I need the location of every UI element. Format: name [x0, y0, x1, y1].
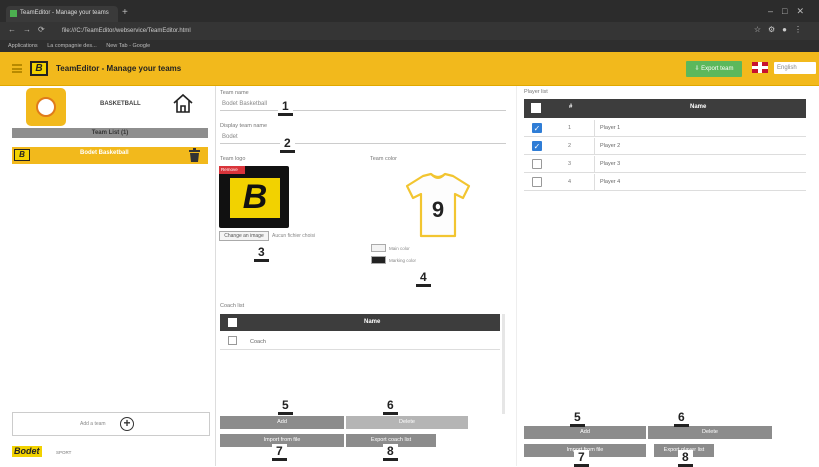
main-color-swatch[interactable]: [371, 244, 386, 252]
add-coach-button[interactable]: Add: [220, 416, 344, 429]
coach-list-scrollbar[interactable]: [502, 314, 505, 414]
add-player-button[interactable]: Add: [524, 426, 646, 439]
display-name-label: Display team name: [220, 123, 268, 129]
extension-icons[interactable]: ☆⚙●⋮: [754, 25, 809, 34]
no-file-label: Aucun fichier choisi: [272, 233, 316, 239]
display-name-input[interactable]: Bodet: [220, 131, 506, 144]
player-number: 4: [568, 179, 572, 185]
coach-name: Coach: [250, 339, 266, 345]
window-controls[interactable]: –□✕: [768, 6, 813, 17]
team-logo-icon: B: [14, 149, 30, 161]
select-all-coaches-checkbox[interactable]: [228, 318, 237, 327]
select-all-players-checkbox[interactable]: [531, 103, 541, 113]
player-row-checkbox[interactable]: [532, 159, 542, 169]
team-logo-image: B: [227, 175, 283, 221]
language-select[interactable]: English: [774, 62, 816, 74]
callout-4: 4: [416, 270, 431, 287]
callout-5: 5: [570, 410, 585, 427]
coach-row-checkbox[interactable]: [228, 336, 237, 345]
callout-7: 7: [272, 444, 287, 461]
column-divider: [594, 174, 595, 191]
callout-6: 6: [383, 398, 398, 415]
team-name-input[interactable]: Bodet Basketball: [220, 98, 506, 111]
bodet-logo-icon: B: [30, 61, 48, 76]
team-list-item-name: Bodet Basketball: [80, 150, 129, 156]
player-list-label: Player list: [524, 89, 548, 95]
marking-color-label: Marking color: [389, 258, 417, 263]
app-title: TeamEditor - Manage your teams: [56, 64, 182, 73]
callout-8: 8: [678, 450, 693, 467]
player-name: Player 1: [600, 125, 621, 131]
main-color-label: Main color: [389, 246, 410, 251]
player-name: Player 3: [600, 161, 621, 167]
player-row[interactable]: 3 Player 3: [524, 156, 806, 173]
player-row-checkbox[interactable]: [532, 177, 542, 187]
callout-1: 1: [278, 99, 293, 116]
team-list-header: Team List (1): [12, 128, 208, 138]
callout-8: 8: [383, 444, 398, 461]
column-divider: [594, 138, 595, 155]
team-name-label: Team name: [220, 90, 249, 96]
menu-icon[interactable]: [12, 64, 22, 73]
favicon-icon: [10, 10, 17, 17]
player-row-checkbox[interactable]: ✓: [532, 123, 542, 133]
trash-icon[interactable]: [188, 148, 201, 162]
sidebar: [0, 86, 216, 466]
uk-flag-icon: [752, 62, 768, 73]
navigation-buttons-icon[interactable]: ←→⟳: [8, 25, 52, 34]
url-field[interactable]: file:///C:/TeamEditor/webservice/TeamEdi…: [62, 26, 682, 37]
team-logo-label: Team logo: [220, 156, 246, 162]
callout-3: 3: [254, 245, 269, 262]
panel-divider: [516, 86, 517, 466]
column-divider: [594, 120, 595, 137]
new-tab-icon[interactable]: +: [122, 7, 128, 18]
coach-name-column: Name: [364, 319, 381, 325]
delete-coach-button[interactable]: Delete: [346, 416, 468, 429]
coach-table-header: [220, 314, 500, 331]
add-team-button[interactable]: [12, 412, 210, 436]
delete-player-button[interactable]: Delete: [648, 426, 772, 439]
bookmarks-bar: Applications La compagnie des... New Tab…: [0, 40, 819, 52]
jersey-number: 9: [432, 197, 444, 222]
export-team-label: Export team: [701, 66, 734, 72]
callout-2: 2: [280, 136, 295, 153]
player-number: 1: [568, 125, 572, 131]
bodet-brand-sub: SPORT: [56, 450, 72, 455]
player-number: 3: [568, 161, 572, 167]
player-name-column: Name: [690, 104, 707, 110]
player-row-checkbox[interactable]: ✓: [532, 141, 542, 151]
sport-name: BASKETBALL: [100, 101, 141, 107]
callout-6: 6: [674, 410, 689, 427]
browser-tab-title: TeamEditor - Manage your teams: [20, 10, 109, 16]
player-number: 2: [568, 143, 572, 149]
bookmark-item[interactable]: La compagnie des...: [47, 43, 97, 49]
coach-list-label: Coach list: [220, 303, 245, 309]
player-row[interactable]: ✓ 2 Player 2: [524, 138, 806, 155]
jersey-icon: 9: [405, 172, 471, 238]
player-name: Player 4: [600, 179, 621, 185]
add-team-label: Add a team: [80, 421, 106, 427]
marking-color-swatch[interactable]: [371, 256, 386, 264]
player-row[interactable]: ✓ 1 Player 1: [524, 120, 806, 137]
column-divider: [594, 156, 595, 173]
callout-5: 5: [278, 398, 293, 415]
player-table-header: [524, 99, 806, 118]
bodet-brand-logo: Bodet: [12, 446, 42, 457]
remove-logo-badge[interactable]: Remove: [219, 166, 245, 174]
callout-7: 7: [574, 450, 589, 467]
team-color-label: Team color: [370, 156, 397, 162]
export-team-button[interactable]: ⇩ Export team: [686, 61, 742, 77]
bookmark-item[interactable]: New Tab - Google: [106, 43, 150, 49]
basketball-icon[interactable]: [26, 88, 66, 126]
home-icon[interactable]: [172, 92, 194, 114]
player-number-column: #: [569, 104, 573, 110]
add-circle-icon[interactable]: +: [120, 417, 134, 431]
bookmark-item[interactable]: Applications: [8, 43, 38, 49]
browser-tab[interactable]: TeamEditor - Manage your teams: [6, 6, 118, 22]
player-row[interactable]: 4 Player 4: [524, 174, 806, 191]
player-name: Player 2: [600, 143, 621, 149]
change-logo-button[interactable]: Change an image: [219, 231, 269, 241]
